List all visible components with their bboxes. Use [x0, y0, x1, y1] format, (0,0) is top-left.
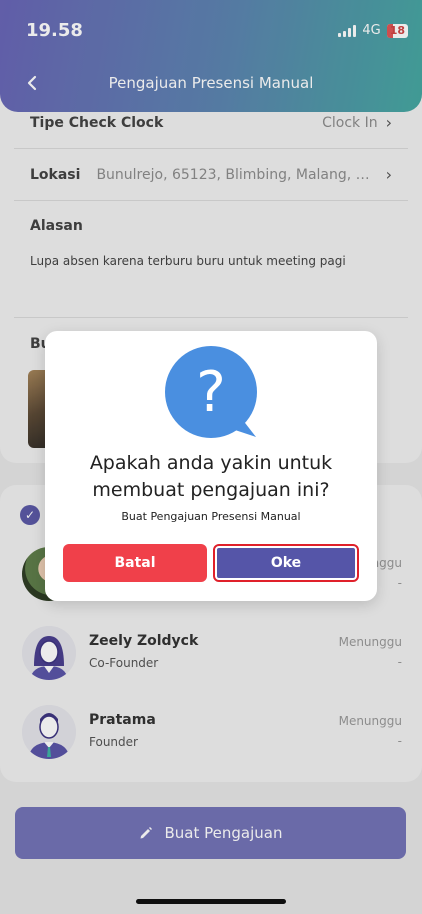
- cancel-button[interactable]: Batal: [63, 544, 207, 582]
- dialog-subtitle: Buat Pengajuan Presensi Manual: [121, 510, 301, 523]
- dialog-title-line: membuat pengajuan ini?: [92, 479, 330, 501]
- svg-text:?: ?: [196, 360, 226, 425]
- question-bubble-icon: ?: [165, 346, 257, 438]
- dialog-title-line: Apakah anda yakin untuk: [89, 452, 333, 474]
- dialog-title: Apakah anda yakin untuk membuat pengajua…: [55, 450, 367, 504]
- confirm-dialog: ? Apakah anda yakin untuk membuat pengaj…: [45, 331, 377, 601]
- confirm-button[interactable]: Oke: [213, 544, 359, 582]
